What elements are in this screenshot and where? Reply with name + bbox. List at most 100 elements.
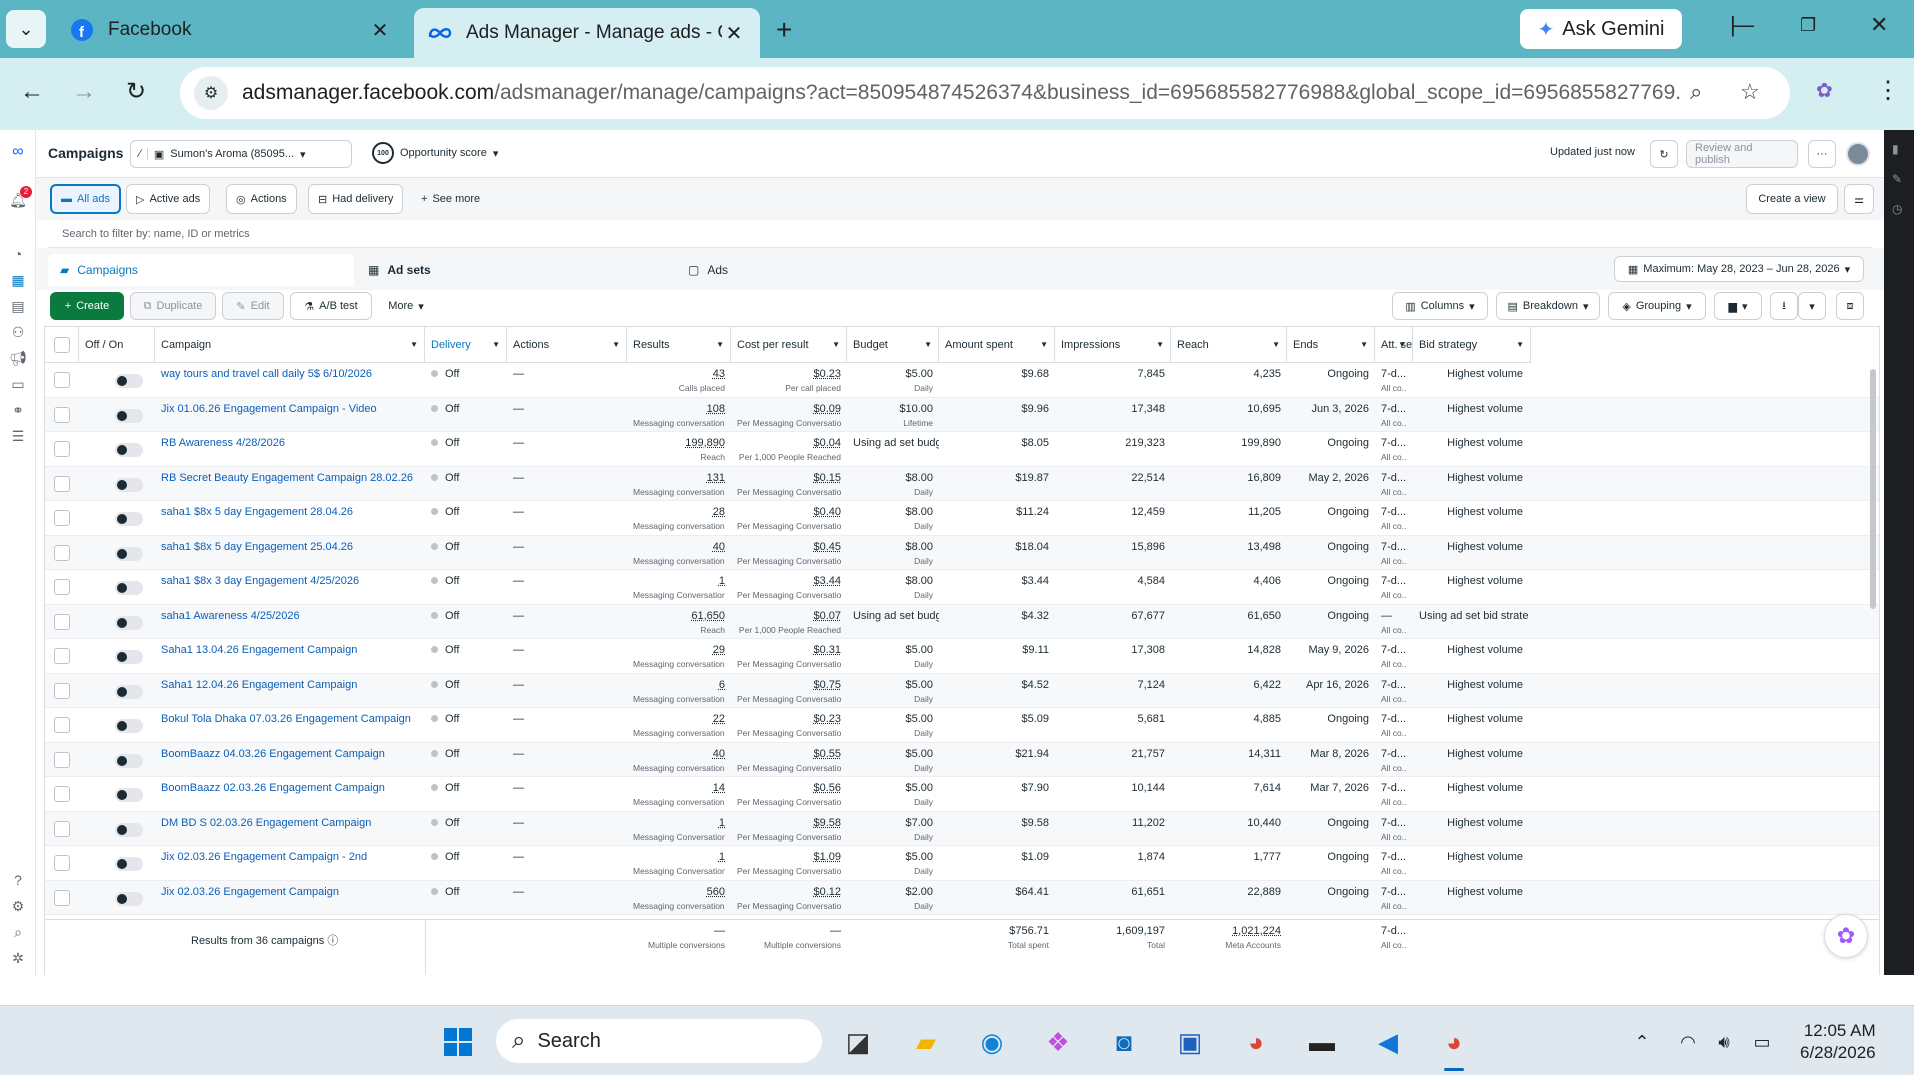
reload-icon[interactable]: ↻ bbox=[126, 77, 146, 106]
budget-cell[interactable]: Using ad set budget bbox=[847, 432, 939, 466]
budget-cell[interactable]: $8.00 Daily bbox=[847, 570, 939, 604]
export-menu-button[interactable]: ▾ bbox=[1798, 292, 1826, 320]
table-row[interactable]: Jix 02.03.26 Engagement Campaign - 2nd Of… bbox=[45, 846, 1879, 881]
campaign-name-link[interactable]: RB Awareness 4/28/2026 bbox=[155, 432, 425, 466]
help-icon[interactable]: ? bbox=[8, 870, 28, 890]
row-checkbox[interactable] bbox=[54, 510, 70, 526]
row-checkbox[interactable] bbox=[54, 406, 70, 423]
campaign-toggle[interactable] bbox=[115, 615, 143, 630]
export-button[interactable]: ⭳ bbox=[1770, 292, 1798, 320]
budget-cell[interactable]: $8.00 Daily bbox=[847, 536, 939, 570]
table-row[interactable]: Jix 02.03.26 Engagement Campaign Off — 560 M… bbox=[45, 880, 1879, 915]
tab-facebook[interactable]: f Facebook ✕ bbox=[56, 8, 406, 52]
address-bar[interactable]: ⚙ adsmanager.facebook.com/adsmanager/man… bbox=[180, 67, 1790, 119]
bookmark-star-icon[interactable]: ☆ bbox=[1740, 79, 1760, 105]
chrome-profile-icon[interactable]: ◕ bbox=[1436, 1024, 1472, 1060]
avatar[interactable] bbox=[1846, 142, 1870, 166]
table-row[interactable]: Bokul Tola Dhaka 07.03.26 Engagement Cam… bbox=[45, 708, 1879, 743]
campaign-toggle[interactable] bbox=[115, 477, 143, 492]
campaign-name-link[interactable]: Bokul Tola Dhaka 07.03.26 Engagement Cam… bbox=[155, 708, 425, 742]
col-bid-strategy-header[interactable]: Bid strategy ▼ bbox=[1413, 327, 1531, 363]
campaign-toggle[interactable] bbox=[115, 374, 143, 388]
budget-cell[interactable]: $8.00 Daily bbox=[847, 467, 939, 501]
select-all-header[interactable] bbox=[45, 327, 79, 363]
ai-assistant-button[interactable]: ✿ bbox=[1824, 914, 1868, 958]
select-all-checkbox[interactable] bbox=[54, 337, 70, 353]
campaign-name-link[interactable]: Saha1 13.04.26 Engagement Campaign bbox=[155, 639, 425, 673]
duplicate-button[interactable]: ⧉ Duplicate bbox=[130, 292, 216, 320]
search-icon[interactable]: ⌕ bbox=[8, 922, 28, 942]
col-impressions-header[interactable]: Impressions ▼ bbox=[1055, 327, 1171, 363]
browser-menu-icon[interactable]: ⋮ bbox=[1876, 76, 1900, 105]
business-settings-icon[interactable]: ⚭ bbox=[8, 400, 28, 420]
taskbar-search[interactable]: ⌕ Search bbox=[496, 1019, 822, 1063]
ab-test-button[interactable]: ⚗ A/B test bbox=[290, 292, 372, 320]
campaign-toggle[interactable] bbox=[115, 857, 143, 871]
row-checkbox[interactable] bbox=[54, 648, 70, 664]
tab-ad-sets[interactable]: ▦ Ad sets bbox=[356, 254, 672, 286]
meta-logo-icon[interactable]: ∞ bbox=[8, 142, 28, 162]
campaign-name-link[interactable]: Jix 02.03.26 Engagement Campaign - 2nd bbox=[155, 846, 425, 880]
budget-cell[interactable]: $10.00 Lifetime bbox=[847, 398, 939, 432]
budget-cell[interactable]: $5.00 Daily bbox=[847, 777, 939, 811]
budget-cell[interactable]: $5.00 Daily bbox=[847, 639, 939, 673]
chart-panel-button[interactable]: ⧈ bbox=[1836, 292, 1864, 320]
table-row[interactable]: BoomBaazz 04.03.26 Engagement Campaign Of… bbox=[45, 742, 1879, 777]
opportunity-score[interactable]: 100 Opportunity score ▾ bbox=[372, 142, 498, 164]
row-checkbox[interactable] bbox=[54, 372, 70, 388]
col-budget-header[interactable]: Budget ▼ bbox=[847, 327, 939, 363]
window-close-icon[interactable]: ✕ bbox=[1870, 12, 1888, 38]
chart-icon[interactable]: ▮ bbox=[1892, 142, 1899, 156]
actions-chip[interactable]: ◎ Actions bbox=[226, 184, 297, 214]
tab-campaigns[interactable]: ▰ Campaigns bbox=[48, 254, 354, 286]
table-row[interactable]: saha1 $8x 5 day Engagement 25.04.26 Off — 4… bbox=[45, 535, 1879, 570]
date-range-selector[interactable]: ▦ Maximum: May 28, 2023 – Jun 28, 2026 ▾ bbox=[1614, 256, 1864, 282]
campaign-name-link[interactable]: RB Secret Beauty Engagement Campaign 28.… bbox=[155, 467, 425, 501]
audiences-icon[interactable]: ⚇ bbox=[8, 322, 28, 342]
table-row[interactable]: saha1 Awareness 4/25/2026 Off — 61,650 Reach… bbox=[45, 604, 1879, 639]
terminal-icon[interactable]: ▬ bbox=[1304, 1024, 1340, 1060]
file-explorer-icon[interactable]: ▰ bbox=[908, 1024, 944, 1060]
campaign-toggle[interactable] bbox=[115, 788, 143, 802]
forward-arrow-icon[interactable]: → bbox=[72, 78, 96, 106]
budget-cell[interactable]: $7.00 Daily bbox=[847, 812, 939, 846]
vscode-icon[interactable]: ◀ bbox=[1370, 1024, 1406, 1060]
zoom-search-icon[interactable]: ⌕ bbox=[1690, 79, 1702, 105]
campaign-toggle[interactable] bbox=[115, 719, 143, 733]
col-campaign-header[interactable]: Campaign ▼ bbox=[155, 327, 425, 363]
table-row[interactable]: saha1 $8x 3 day Engagement 4/25/2026 Off —… bbox=[45, 570, 1879, 605]
campaign-toggle[interactable] bbox=[115, 650, 143, 664]
budget-cell[interactable]: $5.00 Daily bbox=[847, 363, 939, 397]
table-row[interactable]: Saha1 13.04.26 Engagement Campaign Off — 29… bbox=[45, 639, 1879, 674]
restore-icon[interactable]: ❐ bbox=[1800, 15, 1816, 36]
campaign-toggle[interactable] bbox=[115, 512, 143, 526]
billing-card-icon[interactable]: ▭ bbox=[8, 374, 28, 394]
site-settings-icon[interactable]: ⚙ bbox=[194, 76, 228, 110]
create-button[interactable]: + Create bbox=[50, 292, 124, 320]
table-row[interactable]: Jix 01.06.26 Engagement Campaign - Video… bbox=[45, 397, 1879, 432]
tab-ads[interactable]: ▢ Ads bbox=[676, 254, 990, 286]
active-ads-chip[interactable]: ▷ Active ads bbox=[126, 184, 211, 214]
budget-cell[interactable]: $5.00 Daily bbox=[847, 674, 939, 708]
campaign-name-link[interactable]: Jix 01.06.26 Engagement Campaign - Video bbox=[155, 398, 425, 432]
history-clock-icon[interactable]: ◷ bbox=[1892, 202, 1902, 216]
campaign-name-link[interactable]: Saha1 12.04.26 Engagement Campaign bbox=[155, 674, 425, 708]
chrome-icon[interactable]: ◕ bbox=[1238, 1024, 1274, 1060]
campaign-toggle[interactable] bbox=[115, 443, 143, 457]
campaign-toggle[interactable] bbox=[115, 408, 143, 423]
outlook-icon[interactable]: ◙ bbox=[1106, 1024, 1142, 1060]
table-row[interactable]: BoomBaazz 02.03.26 Engagement Campaign Of… bbox=[45, 777, 1879, 812]
row-checkbox[interactable] bbox=[54, 751, 70, 768]
close-icon[interactable]: ✕ bbox=[722, 21, 746, 46]
view-settings-button[interactable]: ⚌ bbox=[1844, 184, 1874, 214]
row-checkbox[interactable] bbox=[54, 820, 70, 837]
search-filter-input[interactable]: Search to filter by: name, ID or metrics bbox=[48, 220, 1872, 248]
campaign-name-link[interactable]: way tours and travel call daily 5$ 6/10/… bbox=[155, 363, 425, 397]
budget-cell[interactable]: $8.00 Daily bbox=[847, 501, 939, 535]
campaign-name-link[interactable]: saha1 $8x 3 day Engagement 4/25/2026 bbox=[155, 570, 425, 604]
system-clock[interactable]: 12:05 AM 6/28/2026 bbox=[1800, 1020, 1876, 1064]
tray-chevron-icon[interactable]: ⌃ bbox=[1624, 1024, 1660, 1060]
table-row[interactable]: RB Awareness 4/28/2026 Off — 199,890 Reach $0… bbox=[45, 432, 1879, 467]
had-delivery-chip[interactable]: ⊟ Had delivery bbox=[308, 184, 404, 214]
store-icon[interactable]: ▣ bbox=[1172, 1024, 1208, 1060]
